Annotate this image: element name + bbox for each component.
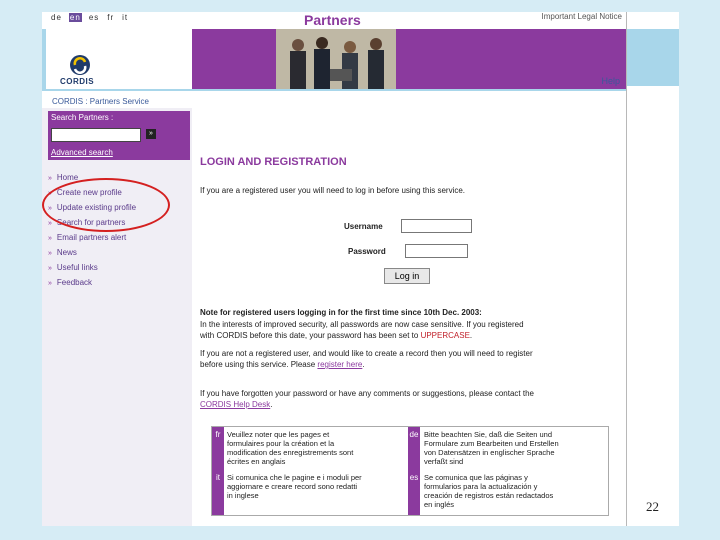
- lang-code-de: de: [409, 430, 419, 439]
- username-label: Username: [344, 222, 383, 231]
- lang-note-fr: Veuillez noter que les pages et formulair…: [227, 430, 354, 466]
- search-input[interactable]: [51, 128, 141, 142]
- lang-de[interactable]: de: [50, 13, 63, 22]
- sidebar: Search Partners : » Advanced search » Hom…: [42, 108, 192, 526]
- advanced-search-link[interactable]: Advanced search: [51, 148, 113, 157]
- banner-block-right: [396, 29, 626, 89]
- intro-text: If you are a registered user you will ne…: [200, 186, 466, 195]
- password-input[interactable]: [405, 244, 468, 258]
- slide-number: 22: [646, 499, 659, 514]
- help-link[interactable]: Help: [601, 76, 620, 86]
- lang-fr[interactable]: fr: [106, 13, 115, 22]
- search-go-button[interactable]: »: [146, 129, 156, 139]
- bullet-icon: »: [48, 250, 52, 257]
- legal-notice-link[interactable]: Important Legal Notice: [542, 12, 623, 21]
- bullet-icon: »: [48, 265, 52, 272]
- lang-strip-right: [408, 427, 420, 515]
- lang-note-it: Si comunica che le pagine e i moduli per…: [227, 473, 362, 500]
- search-title: Search Partners :: [51, 113, 114, 122]
- lang-note-de: Bitte beachten Sie, daß die Seiten und Fo…: [424, 430, 559, 466]
- sidebar-item-feedback[interactable]: » Feedback: [48, 275, 136, 290]
- password-label: Password: [348, 247, 386, 256]
- language-notes-table: fr de it es Veuillez noter que les pages…: [211, 426, 609, 516]
- sidebar-item-email-alert[interactable]: » Email partners alert: [48, 230, 136, 245]
- username-input[interactable]: [401, 219, 472, 233]
- note-text: In the interests of improved security, a…: [200, 320, 524, 340]
- note-title: Note for registered users logging in for…: [200, 308, 482, 317]
- sidebar-item-useful-links[interactable]: » Useful links: [48, 260, 136, 275]
- bullet-icon: »: [48, 280, 52, 287]
- search-panel: Search Partners : » Advanced search: [48, 111, 190, 160]
- lang-code-fr: fr: [215, 430, 221, 439]
- banner-accent-right: [627, 29, 679, 86]
- lang-es[interactable]: es: [88, 13, 100, 22]
- login-button[interactable]: Log in: [384, 268, 430, 284]
- slide-right-strip: [626, 12, 679, 526]
- logo-text: CORDIS: [60, 77, 95, 86]
- lang-it[interactable]: it: [121, 13, 129, 22]
- register-text: If you are not a registered user, and wo…: [200, 349, 533, 369]
- banner-photo: [276, 29, 396, 89]
- banner-block: [192, 29, 276, 89]
- lang-note-es: Se comunica que las páginas y formularios…: [424, 473, 554, 509]
- register-link[interactable]: register here: [317, 360, 362, 369]
- lang-code-it: it: [216, 473, 220, 482]
- helpdesk-link[interactable]: CORDIS Help Desk: [200, 400, 270, 409]
- browser-page: de en es fr it Important Legal Notice Partne…: [42, 12, 626, 526]
- people-photo-icon: [276, 29, 396, 89]
- helpdesk-text: If you have forgotten your password or h…: [200, 389, 534, 409]
- main-content: LOGIN AND REGISTRATION If you are a regi…: [200, 108, 620, 526]
- highlight-circle: [42, 178, 170, 232]
- bullet-icon: »: [48, 175, 52, 182]
- bullet-icon: »: [48, 235, 52, 242]
- lang-strip-left: [212, 427, 224, 515]
- language-selector: de en es fr it: [50, 13, 135, 22]
- uppercase-emphasis: UPPERCASE: [420, 331, 470, 340]
- sidebar-item-news[interactable]: » News: [48, 245, 136, 260]
- divider: [42, 89, 626, 91]
- lang-en[interactable]: en: [68, 13, 82, 22]
- page-title: Partners: [304, 12, 361, 28]
- bullet-icon: »: [48, 220, 52, 227]
- breadcrumb[interactable]: CORDIS : Partners Service: [52, 97, 149, 106]
- main-title: LOGIN AND REGISTRATION: [200, 156, 347, 168]
- lang-code-es: es: [409, 473, 419, 482]
- cordis-logo[interactable]: CORDIS: [46, 29, 102, 89]
- cordis-logo-icon: [70, 55, 90, 75]
